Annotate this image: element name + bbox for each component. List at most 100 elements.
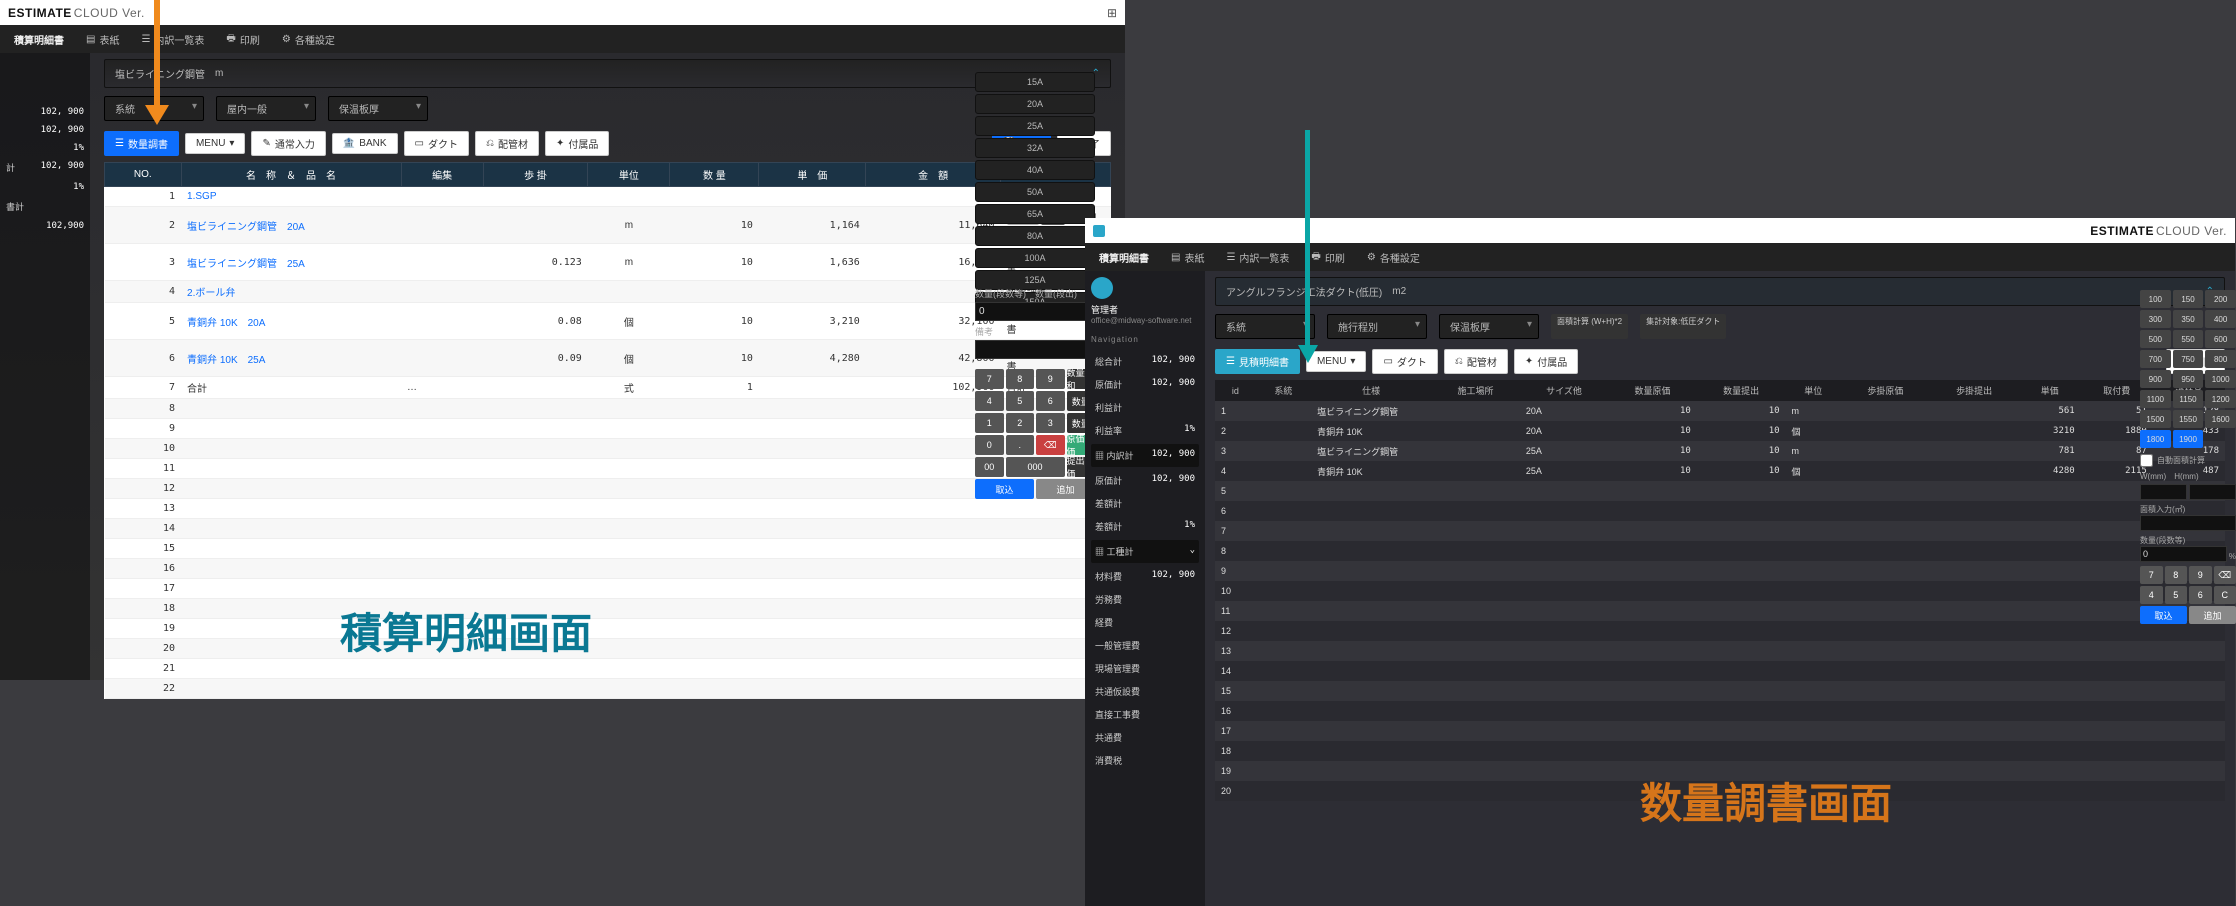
sidebar-item[interactable]: ▦ 内訳計102, 900 [1091,444,1199,467]
key-6[interactable]: 6 [1036,391,1065,411]
table-row[interactable]: 9 [105,419,1111,439]
size-btn[interactable]: 750 [2173,350,2204,368]
table-row[interactable]: 4青銅弁 10K25A1010個42802115487 [1215,461,2225,481]
sidebar-item[interactable]: 利益率1% [1091,419,1199,442]
nav-cover[interactable]: ▤ 表紙 [1171,250,1204,265]
key-7[interactable]: 7 [975,369,1004,389]
key-00[interactable]: 00 [975,457,1004,477]
size-btn[interactable]: 500 [2140,330,2171,348]
accessory-button[interactable]: ✦付属品 [545,131,609,156]
table-row[interactable]: 11.SGP [105,187,1111,207]
size-option[interactable]: 32A [975,138,1095,158]
table-row[interactable]: 21 [105,659,1111,679]
key-dot[interactable]: . [1006,435,1035,455]
table-row[interactable]: 14 [105,519,1111,539]
grid-icon[interactable]: ⊞ [1107,6,1117,20]
table-row[interactable]: 10 [105,439,1111,459]
table-row[interactable]: 5 [1215,481,2225,501]
piping-button[interactable]: ⎌配管材 [1444,349,1508,374]
normal-input-button[interactable]: ✎通常入力 [251,131,325,156]
size-option[interactable]: 50A [975,182,1095,202]
size-btn[interactable]: 700 [2140,350,2171,368]
sidebar-item[interactable]: 直接工事費 [1091,703,1199,726]
table-row[interactable]: 10 [1215,581,2225,601]
size-btn[interactable]: 900 [2140,370,2171,388]
table-row[interactable]: 11 [1215,601,2225,621]
suryochosho-button[interactable]: ☰数量調書 [104,131,179,156]
qty-input[interactable] [2140,546,2227,562]
table-row[interactable]: 13 [1215,641,2225,661]
size-option[interactable]: 100A [975,248,1095,268]
item-header[interactable]: アングルフランジ工法ダクト(低圧) m2 ⌃ [1215,277,2225,306]
sidebar-item[interactable]: 共通費 [1091,726,1199,749]
size-btn[interactable]: 1900 [2173,430,2204,448]
size-btn[interactable]: 1550 [2173,410,2204,428]
table-row[interactable]: 42.ボール弁数量調書 [105,281,1111,303]
mk-bs[interactable]: ⌫ [2214,566,2236,584]
size-btn[interactable]: 1800 [2140,430,2171,448]
sidebar-item[interactable]: 消費税 [1091,749,1199,772]
table-row[interactable]: 2塩ビライニング鋼管 20Am101,16411,640材料費諸経数量調書 [105,207,1111,244]
size-btn[interactable]: 600 [2205,330,2236,348]
table-row[interactable]: 16 [1215,701,2225,721]
sidebar-item[interactable]: 総合計102, 900 [1091,350,1199,373]
size-btn[interactable]: 200 [2205,290,2236,308]
area-input[interactable] [2140,515,2236,531]
key-3[interactable]: 3 [1036,413,1065,433]
table-row[interactable]: 13 [105,499,1111,519]
sidebar-item[interactable]: 一般管理費 [1091,634,1199,657]
sidebar-item[interactable]: 労務費 [1091,588,1199,611]
sidebar-item[interactable]: ▦ 工種計 ⌄ [1091,540,1199,563]
menu-button[interactable]: MENU▾ [185,133,245,154]
mk-4[interactable]: 4 [2140,586,2163,604]
size-option[interactable]: 65A [975,204,1095,224]
table-row[interactable]: 14 [1215,661,2225,681]
table-row[interactable]: 7合計…式1102,900合計 [105,377,1111,399]
table-row[interactable]: 8 [1215,541,2225,561]
key-0[interactable]: 0 [975,435,1004,455]
size-option[interactable]: 15A [975,72,1095,92]
key-4[interactable]: 4 [975,391,1004,411]
sidebar-item[interactable]: 原価計102, 900 [1091,373,1199,396]
table-row[interactable]: 7 [1215,521,2225,541]
h-input[interactable] [2189,484,2236,500]
mini-import-button[interactable]: 取込 [2140,606,2187,624]
mk-9[interactable]: 9 [2189,566,2212,584]
table-row[interactable]: 22 [105,679,1111,699]
size-btn[interactable]: 400 [2205,310,2236,328]
sidebar-item[interactable]: 利益計 [1091,396,1199,419]
qty-input[interactable] [975,302,1095,321]
key-8[interactable]: 8 [1006,369,1035,389]
nav-settings[interactable]: ⚙ 各種設定 [282,32,335,47]
size-btn[interactable]: 150 [2173,290,2204,308]
size-option[interactable]: 20A [975,94,1095,114]
table-row[interactable]: 3塩ビライニング鋼管25A1010m78187178 [1215,441,2225,461]
sidebar-item[interactable]: 原価計102, 900 [1091,469,1199,492]
table-row[interactable]: 12 [1215,621,2225,641]
accessory-button[interactable]: ✦付属品 [1514,349,1578,374]
size-btn[interactable]: 300 [2140,310,2171,328]
size-btn[interactable]: 100 [2140,290,2171,308]
table-row[interactable]: 15 [105,539,1111,559]
item-header[interactable]: 塩ビライニング鋼管 m ⌃ [104,59,1111,88]
thickness-dropdown[interactable]: 保温板厚 [1439,314,1539,339]
size-btn[interactable]: 950 [2173,370,2204,388]
mk-5[interactable]: 5 [2165,586,2188,604]
table-row[interactable]: 15 [1215,681,2225,701]
table-row[interactable]: 9 [1215,561,2225,581]
mk-c[interactable]: C [2214,586,2236,604]
key-1[interactable]: 1 [975,413,1004,433]
table-row[interactable]: 5青銅弁 10K 20A0.08個103,21032,100材料費諸経数量調書 [105,303,1111,340]
key-5[interactable]: 5 [1006,391,1035,411]
table-row[interactable]: 17 [105,579,1111,599]
size-btn[interactable]: 350 [2173,310,2204,328]
nav-print[interactable]: 🖶 印刷 [226,31,259,48]
mini-add-button[interactable]: 追加 [2189,606,2236,624]
key-clear[interactable]: ⌫ [1036,435,1065,455]
table-row[interactable]: 6青銅弁 10K 25A0.09個104,28042,800材料費諸経数量調書 [105,340,1111,377]
size-btn[interactable]: 1200 [2205,390,2236,408]
size-option[interactable]: 40A [975,160,1095,180]
size-btn[interactable]: 1500 [2140,410,2171,428]
size-btn[interactable]: 550 [2173,330,2204,348]
table-row[interactable]: 12 [105,479,1111,499]
